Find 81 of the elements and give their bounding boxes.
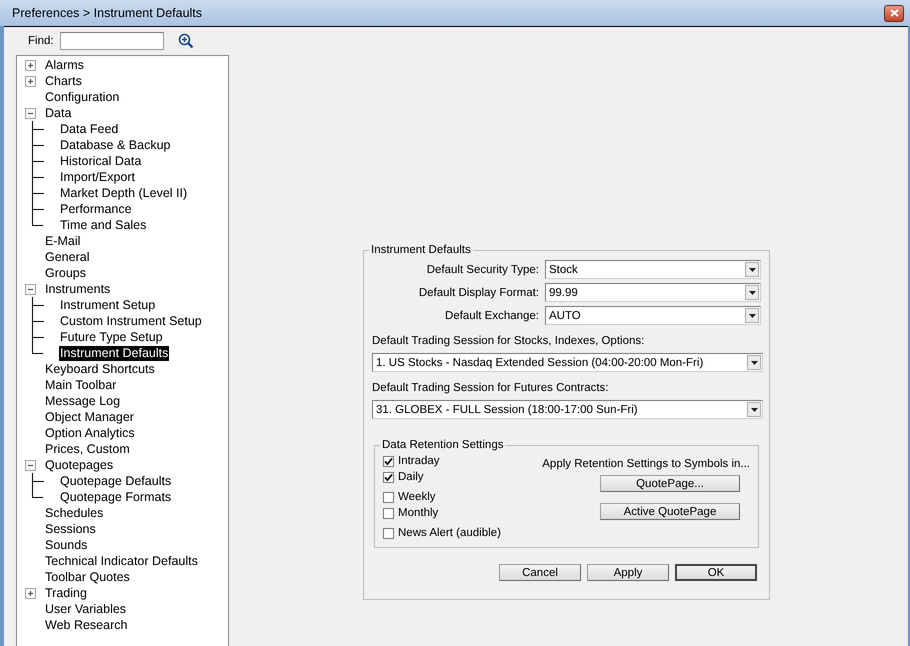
tree-item[interactable]: Web Research xyxy=(44,618,128,632)
checkbox[interactable] xyxy=(383,472,394,482)
tree-item[interactable]: Future Type Setup xyxy=(59,330,164,344)
tree-item[interactable]: Historical Data xyxy=(59,154,142,168)
tree-item[interactable]: Instrument Defaults xyxy=(59,346,170,360)
tree-item[interactable]: Charts xyxy=(44,74,83,88)
dropdown[interactable]: 31. GLOBEX - FULL Session (18:00-17:00 Sun-Fri) xyxy=(372,400,763,419)
dialog-button[interactable]: Apply xyxy=(587,564,669,581)
tree-item[interactable]: Quotepage Defaults xyxy=(59,474,172,488)
tree-item[interactable]: User Variables xyxy=(44,602,128,616)
field-label: Default Exchange: xyxy=(445,310,539,322)
quotepage-button[interactable]: Active QuotePage xyxy=(600,503,740,520)
apply-label: Apply Retention Settings to Symbols in... xyxy=(542,458,750,470)
close-icon xyxy=(890,9,898,17)
dropdown[interactable]: AUTO xyxy=(545,306,761,325)
field-label: Default Trading Session for Futures Contracts: xyxy=(372,382,610,394)
caret-icon xyxy=(748,314,756,318)
checkbox-label: Weekly xyxy=(398,491,436,503)
checkbox-label: Monthly xyxy=(398,507,438,519)
tree-item[interactable]: Data xyxy=(44,106,72,120)
field-label: Default Security Type: xyxy=(426,264,539,276)
tree-item[interactable]: E-Mail xyxy=(44,234,82,248)
collapse-icon[interactable] xyxy=(25,460,36,470)
tree-item[interactable]: Database & Backup xyxy=(59,138,172,152)
tree-item[interactable]: Data Feed xyxy=(59,122,120,136)
tree-item[interactable]: Groups xyxy=(44,266,87,280)
group-title: Data Retention Settings xyxy=(381,439,504,451)
tree-item[interactable]: Instruments xyxy=(44,282,112,296)
caret-icon xyxy=(748,290,756,294)
checkbox-label: News Alert (audible) xyxy=(398,527,501,539)
tree-item[interactable]: Performance xyxy=(59,202,133,216)
dropdown[interactable]: 99.99 xyxy=(545,283,761,302)
window-title: Preferences > Instrument Defaults xyxy=(12,6,202,20)
tree-item[interactable]: Prices, Custom xyxy=(44,442,131,456)
tree-item[interactable]: General xyxy=(44,250,90,264)
tree-item[interactable]: Option Analytics xyxy=(44,426,136,440)
caret-icon xyxy=(750,408,758,412)
dialog-button[interactable]: Cancel xyxy=(499,564,581,581)
tree-item[interactable]: Configuration xyxy=(44,90,120,104)
tree-item[interactable]: Import/Export xyxy=(59,170,136,184)
tree-item[interactable]: Custom Instrument Setup xyxy=(59,314,203,328)
tree-item[interactable]: Instrument Setup xyxy=(59,298,156,312)
tree-item[interactable]: Trading xyxy=(44,586,88,600)
close-button[interactable] xyxy=(884,4,904,22)
tree-item[interactable]: Alarms xyxy=(44,58,85,72)
expand-icon[interactable] xyxy=(25,76,36,86)
expand-icon[interactable] xyxy=(25,60,36,70)
checkbox[interactable] xyxy=(383,508,394,518)
dialog-button[interactable]: OK xyxy=(675,564,757,581)
tree-item[interactable]: Main Toolbar xyxy=(44,378,118,392)
tree-item[interactable]: Schedules xyxy=(44,506,104,520)
caret-icon xyxy=(750,360,758,364)
collapse-icon[interactable] xyxy=(25,284,36,294)
tree-item[interactable]: Time and Sales xyxy=(59,218,148,232)
tree-item[interactable]: Message Log xyxy=(44,394,122,408)
checkbox[interactable] xyxy=(383,528,394,538)
tree-item[interactable]: Quotepages xyxy=(44,458,114,472)
search-icon[interactable] xyxy=(178,33,194,49)
dropdown[interactable]: Stock xyxy=(545,260,761,279)
dropdown[interactable]: 1. US Stocks - Nasdaq Extended Session (04:00-20:00 Mon-Fri) xyxy=(372,353,763,372)
find-field[interactable] xyxy=(60,32,164,50)
field-label: Default Trading Session for Stocks, Indexes, Options: xyxy=(372,335,646,347)
checkbox[interactable] xyxy=(383,456,394,466)
tree-item[interactable]: Keyboard Shortcuts xyxy=(44,362,156,376)
tree-item[interactable]: Object Manager xyxy=(44,410,135,424)
caret-icon xyxy=(748,268,756,272)
tree-item[interactable]: Sounds xyxy=(44,538,88,552)
collapse-icon[interactable] xyxy=(25,108,36,118)
checkbox-label: Intraday xyxy=(398,455,440,467)
checkbox-label: Daily xyxy=(398,471,424,483)
checkbox[interactable] xyxy=(383,492,394,502)
find-label: Find: xyxy=(28,35,54,47)
tree-item[interactable]: Sessions xyxy=(44,522,97,536)
tree-item[interactable]: Market Depth (Level II) xyxy=(59,186,188,200)
group-title: Instrument Defaults xyxy=(370,244,472,256)
tree-item[interactable]: Quotepage Formats xyxy=(59,490,172,504)
quotepage-button[interactable]: QuotePage... xyxy=(600,475,740,492)
tree-item[interactable]: Technical Indicator Defaults xyxy=(44,554,199,568)
expand-icon[interactable] xyxy=(25,588,36,598)
field-label: Default Display Format: xyxy=(418,286,539,298)
tree-item[interactable]: Toolbar Quotes xyxy=(44,570,131,584)
